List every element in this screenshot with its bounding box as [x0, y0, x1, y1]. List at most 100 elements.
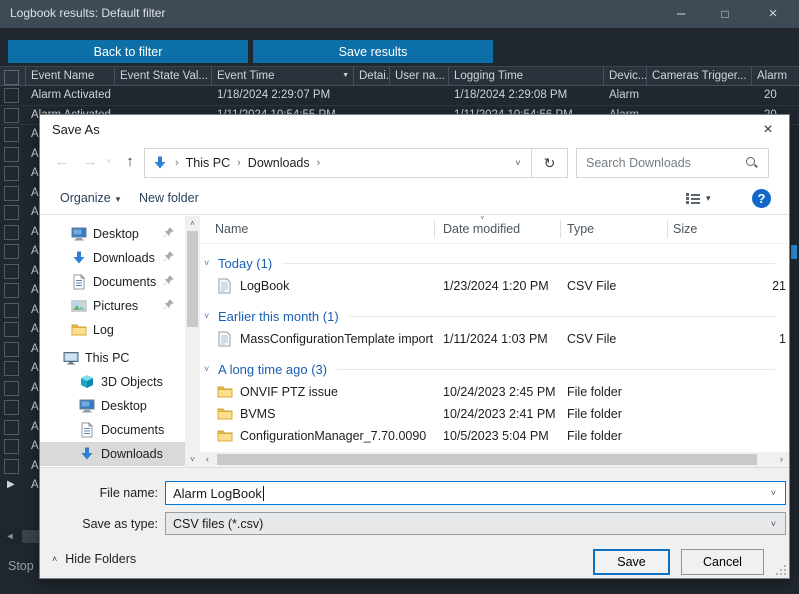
row-checkbox[interactable] [4, 127, 19, 142]
row-checkbox[interactable] [4, 341, 19, 357]
up-icon[interactable]: ↑ [118, 148, 142, 176]
folder-icon [217, 406, 233, 422]
select-all-checkbox[interactable] [0, 67, 26, 85]
column-details[interactable]: Detai... [354, 67, 390, 85]
column-event-name[interactable]: Event Name [26, 67, 115, 85]
sidebar-item-downloads[interactable]: Downloads [40, 442, 185, 466]
dropdown-icon: ▾ [706, 192, 711, 203]
column-cameras-triggered[interactable]: Cameras Trigger... [647, 67, 752, 85]
column-event-state[interactable]: Event State Val... [115, 67, 212, 85]
column-size[interactable]: Size [673, 222, 697, 236]
details-view-icon [686, 192, 700, 204]
chevron-down-icon[interactable]: ˅ [771, 519, 776, 529]
close-icon[interactable]: × [753, 117, 783, 143]
sidebar-item-log[interactable]: Log [40, 318, 185, 342]
sidebar-item-downloads[interactable]: Downloads [40, 246, 185, 270]
row-checkbox[interactable] [4, 322, 19, 337]
row-checkbox[interactable] [4, 224, 19, 240]
scroll-down-icon[interactable]: ˅ [185, 452, 200, 467]
sidebar-item-this-pc[interactable]: This PC [40, 346, 185, 370]
file-list: ˅ Name Date modified Type Size ˅ Today (1… [200, 216, 789, 467]
save-button[interactable]: Save [593, 549, 670, 575]
organize-button[interactable]: Organize ▾ [60, 191, 120, 205]
sidebar-scrollbar-thumb[interactable] [187, 231, 198, 327]
file-name-input[interactable]: Alarm LogBook ˅ [165, 481, 786, 505]
row-checkbox[interactable] [4, 146, 19, 162]
sidebar-scrollbar[interactable]: ˄ ˅ [185, 216, 200, 467]
group-rule [337, 368, 775, 370]
column-date-modified[interactable]: Date modified [443, 222, 520, 236]
address-dropdown-chevron-icon[interactable]: ˅ [505, 158, 531, 168]
maximize-icon[interactable]: □ [708, 0, 742, 28]
file-list-scrollbar-thumb[interactable] [217, 454, 757, 465]
column-device[interactable]: Devic... [604, 67, 647, 85]
address-bar[interactable]: › This PC › Downloads › ˅ [144, 148, 532, 178]
file-group-a-long-time-ago-3[interactable]: ˅ A long time ago (3) [200, 357, 789, 381]
column-event-time[interactable]: Event Time ▼ [212, 67, 354, 85]
sidebar-item-documents[interactable]: Documents [40, 270, 185, 294]
row-checkbox[interactable] [4, 166, 19, 181]
new-folder-button[interactable]: New folder [139, 191, 199, 205]
file-group-today-1[interactable]: ˅ Today (1) [200, 251, 789, 275]
file-row-bvms[interactable]: BVMS 10/24/2023 2:41 PM File folder [200, 403, 789, 425]
row-checkbox[interactable] [4, 244, 19, 259]
row-checkbox[interactable] [4, 185, 19, 201]
save-as-type-select[interactable]: CSV files (*.csv) ˅ [165, 512, 786, 535]
row-checkbox[interactable] [4, 88, 19, 103]
scroll-left-icon[interactable]: ◄ [2, 529, 18, 544]
file-name: LogBook [240, 279, 290, 293]
file-row-onvif-ptz-issue[interactable]: ONVIF PTZ issue 10/24/2023 2:45 PM File fo… [200, 381, 789, 403]
column-user-name[interactable]: User na... [390, 67, 449, 85]
hide-folders-button[interactable]: ˄ Hide Folders [52, 552, 136, 566]
sidebar-item-desktop[interactable]: Desktop [40, 222, 185, 246]
file-group-earlier-this-month-1[interactable]: ˅ Earlier this month (1) [200, 304, 789, 328]
file-list-horizontal-scrollbar[interactable]: ‹ › [200, 452, 789, 467]
sidebar-item-3d-objects[interactable]: 3D Objects [40, 370, 185, 394]
app-vertical-scrollbar-thumb[interactable] [791, 245, 797, 259]
column-type[interactable]: Type [567, 222, 594, 236]
row-checkbox[interactable] [4, 380, 19, 396]
column-name[interactable]: Name [215, 222, 248, 236]
help-icon[interactable]: ? [752, 189, 771, 208]
column-alarm[interactable]: Alarm [752, 67, 799, 85]
file-row-massconfigurationtemplate-import[interactable]: MassConfigurationTemplate import 1/11/202… [200, 328, 789, 350]
row-checkbox[interactable] [4, 205, 19, 220]
sidebar-item-documents[interactable]: Documents [40, 418, 185, 442]
row-checkbox[interactable] [4, 458, 19, 474]
file-row-logbook[interactable]: LogBook 1/23/2024 1:20 PM CSV File 21 [200, 275, 789, 297]
current-row-marker-icon: ▶ [7, 479, 15, 490]
scroll-up-icon[interactable]: ˄ [185, 216, 200, 231]
refresh-icon[interactable]: ↻ [531, 148, 568, 178]
row-checkbox[interactable] [4, 107, 19, 123]
download-icon [70, 250, 88, 266]
change-view-button[interactable]: ▾ [686, 192, 711, 204]
back-icon[interactable]: ← [50, 148, 74, 176]
scroll-left-icon[interactable]: ‹ [200, 452, 215, 467]
scroll-right-icon[interactable]: › [774, 452, 789, 467]
file-row-configurationmanager-7-70-0090[interactable]: ConfigurationManager_7.70.0090 10/5/2023 … [200, 425, 789, 447]
history-chevron-down-icon[interactable]: ˅ [102, 148, 116, 176]
row-checkbox[interactable] [4, 419, 19, 435]
search-box[interactable]: Search Downloads [576, 148, 769, 178]
close-icon[interactable]: × [756, 0, 790, 28]
breadcrumb-downloads[interactable]: Downloads [248, 156, 310, 170]
minimize-icon[interactable]: – [664, 0, 698, 28]
forward-icon[interactable]: → [78, 148, 102, 176]
row-checkbox[interactable] [4, 361, 19, 376]
breadcrumb-this-pc[interactable]: This PC [186, 156, 230, 170]
row-checkbox[interactable] [4, 439, 19, 454]
sidebar-item-desktop[interactable]: Desktop [40, 394, 185, 418]
stop-button[interactable]: Stop [8, 559, 34, 573]
save-results-button[interactable]: Save results [253, 40, 493, 63]
chevron-down-icon[interactable]: ˅ [771, 488, 776, 498]
sidebar-item-pictures[interactable]: Pictures [40, 294, 185, 318]
row-checkbox[interactable] [4, 400, 19, 415]
row-checkbox[interactable] [4, 263, 19, 279]
table-row[interactable]: Alarm Activated 1/18/2024 2:29:07 PM 1/18/… [0, 86, 799, 106]
column-logging-time[interactable]: Logging Time [449, 67, 604, 85]
back-to-filter-button[interactable]: Back to filter [8, 40, 248, 63]
cancel-button[interactable]: Cancel [681, 549, 764, 575]
resize-grip[interactable] [777, 566, 786, 575]
row-checkbox[interactable] [4, 283, 19, 298]
row-checkbox[interactable] [4, 302, 19, 318]
